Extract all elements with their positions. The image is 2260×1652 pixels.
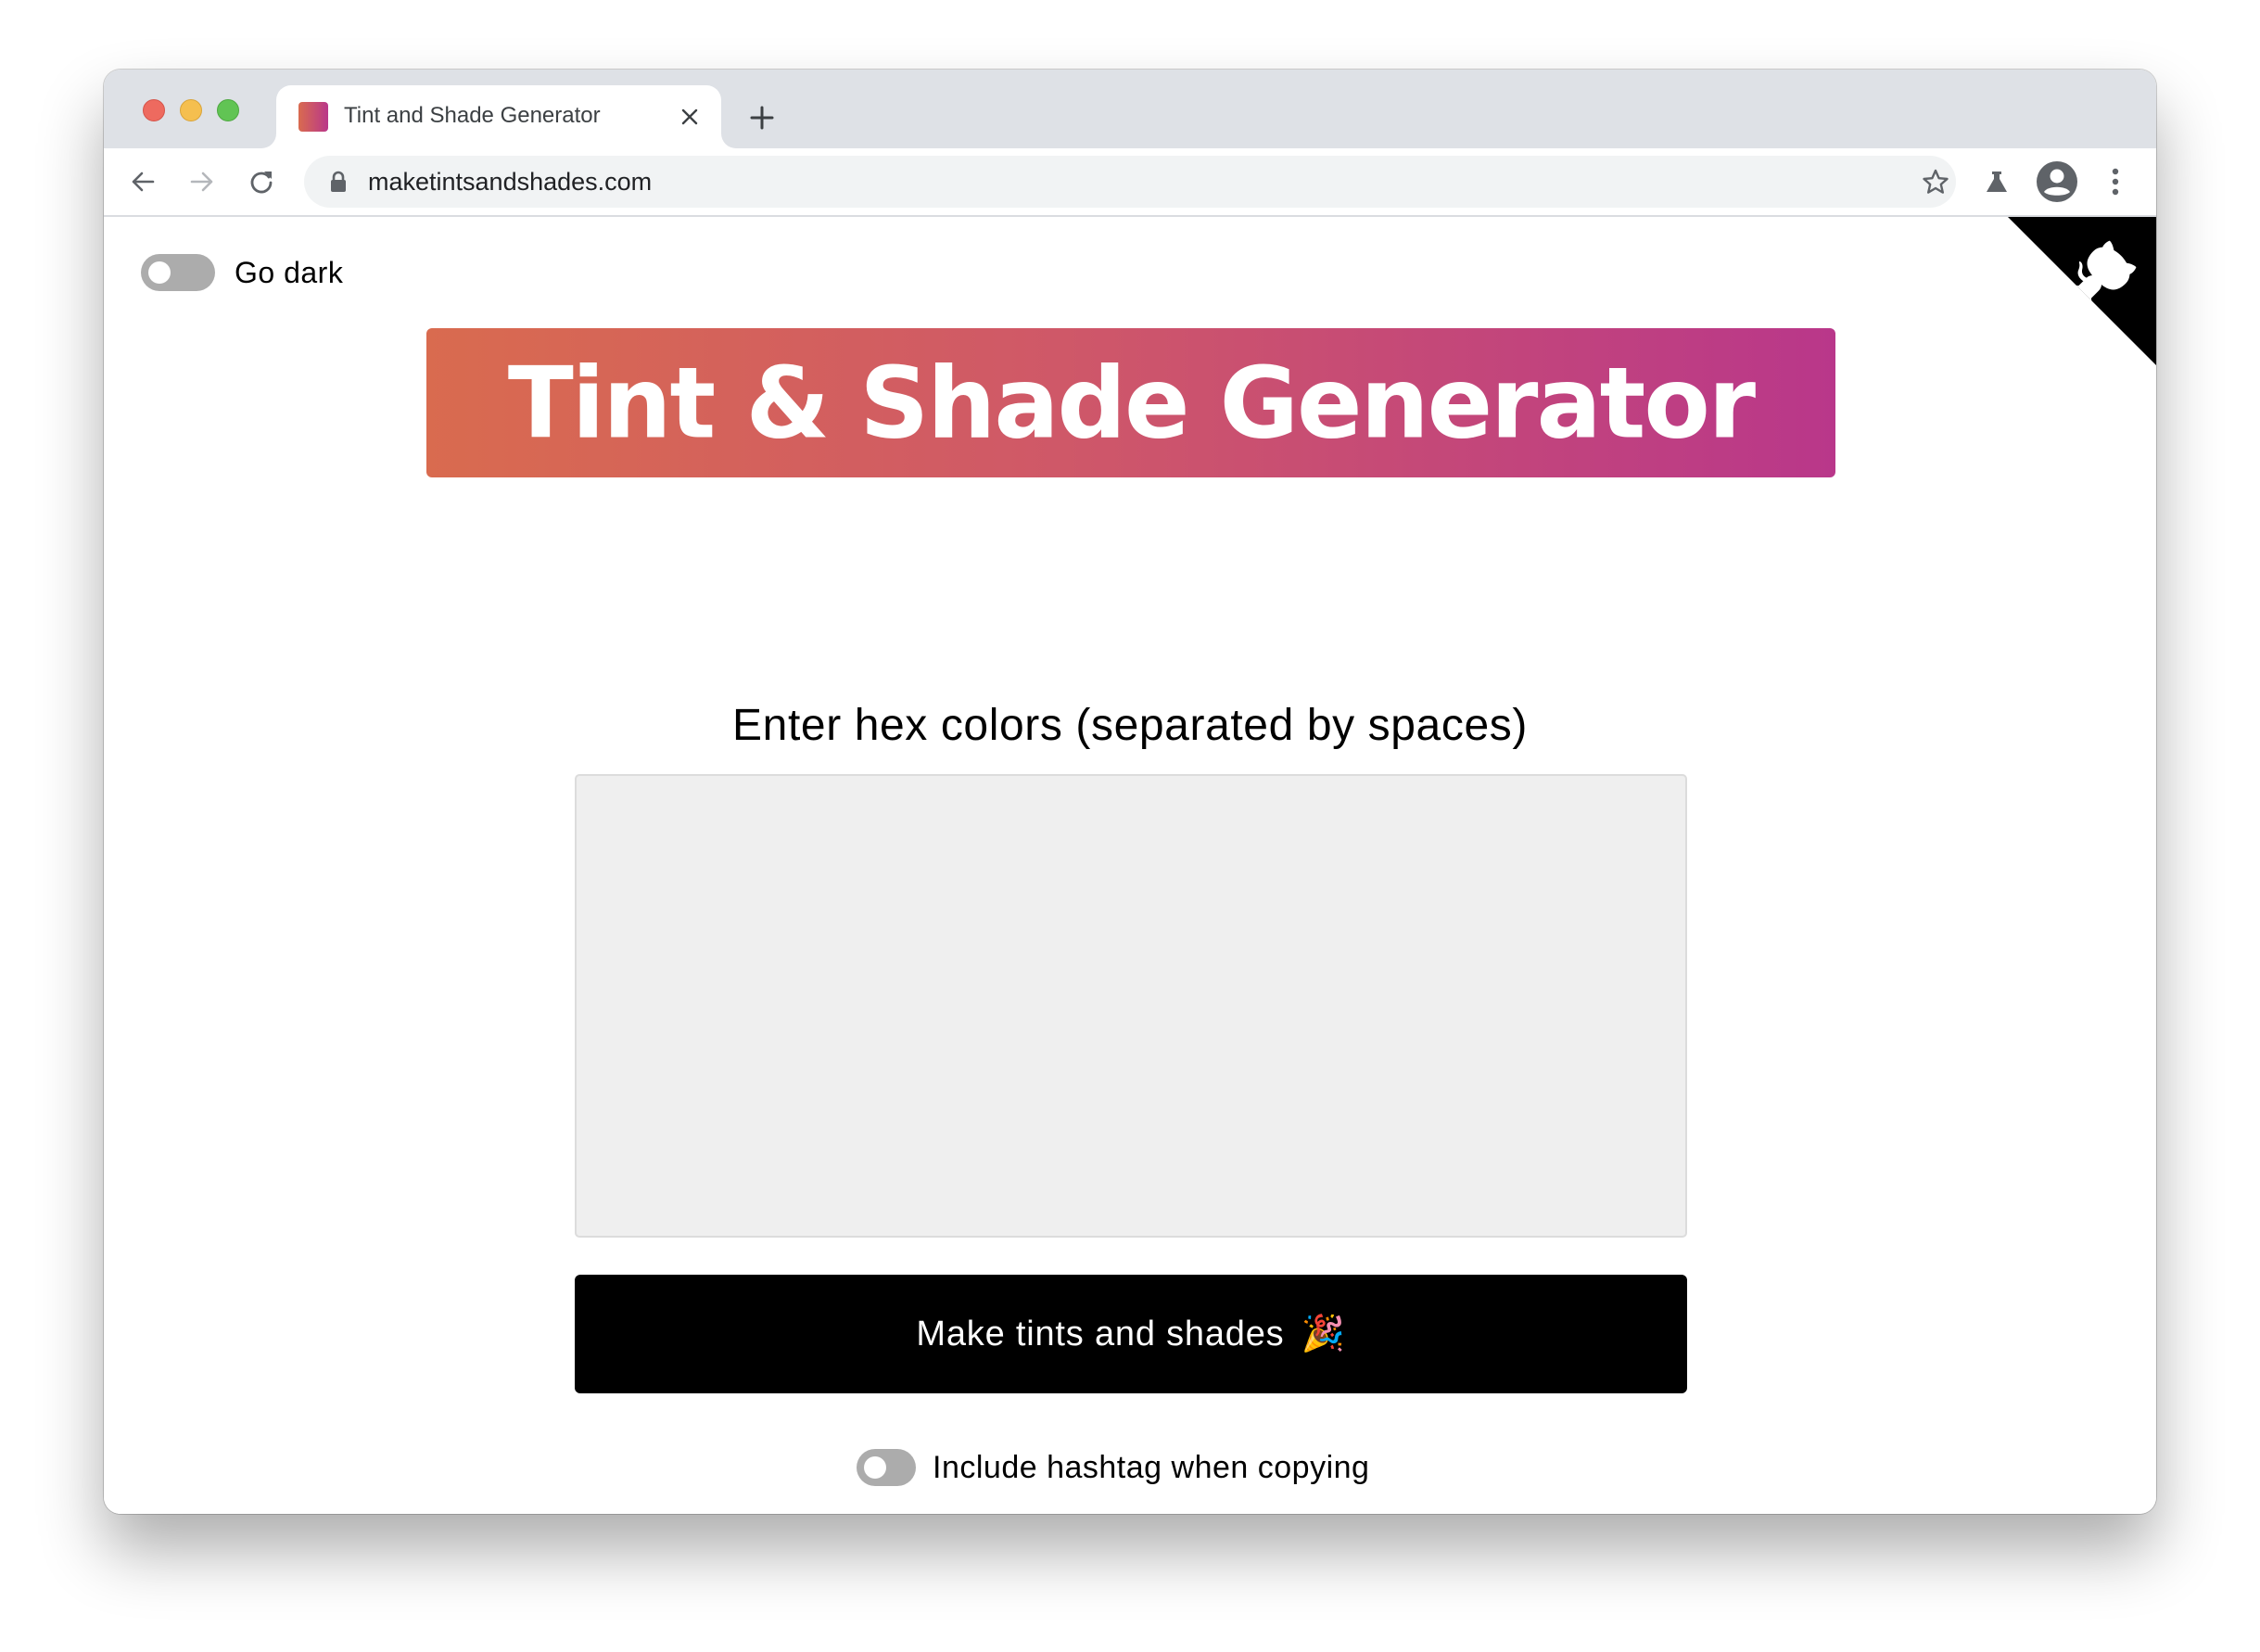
account-circle-icon <box>2037 161 2077 202</box>
arrow-right-icon <box>190 172 213 192</box>
close-icon <box>681 108 698 125</box>
tab-close-button[interactable] <box>677 104 703 130</box>
hex-input-label: Enter hex colors (separated by spaces) <box>732 701 1528 750</box>
github-corner-link[interactable] <box>2008 217 2156 365</box>
url-text[interactable]: maketintsandshades.com <box>368 168 652 197</box>
make-tints-and-shades-button[interactable]: Make tints and shades 🎉 <box>575 1275 1687 1393</box>
arrow-left-icon <box>132 172 155 192</box>
more-vertical-icon <box>2112 168 2119 196</box>
lock-icon <box>331 171 346 192</box>
tab-title: Tint and Shade Generator <box>344 103 601 128</box>
browser-window: Tint and Shade Generator maketintsandsha… <box>104 70 2156 1514</box>
page-content: Go dark Tint & Shade Generator Enter hex… <box>104 217 2156 1514</box>
title-banner: Tint & Shade Generator <box>426 328 1835 477</box>
hex-colors-input[interactable] <box>575 774 1687 1238</box>
party-popper-icon: 🎉 <box>1301 1315 1346 1353</box>
browser-tab-active[interactable]: Tint and Shade Generator <box>276 85 721 148</box>
minimize-window-button[interactable] <box>180 99 202 121</box>
include-hashtag-toggle[interactable] <box>857 1449 916 1486</box>
plus-icon <box>750 106 774 130</box>
browser-toolbar: maketintsandshades.com <box>104 148 2156 217</box>
maximize-window-button[interactable] <box>217 99 239 121</box>
toggle-knob <box>864 1456 886 1479</box>
browser-menu-button[interactable] <box>2099 165 2132 198</box>
profile-button[interactable] <box>2036 160 2078 203</box>
reload-icon <box>250 172 273 194</box>
forward-button[interactable] <box>185 165 219 198</box>
new-tab-button[interactable] <box>745 101 779 134</box>
star-icon <box>1923 169 1949 194</box>
back-button[interactable] <box>126 165 159 198</box>
close-window-button[interactable] <box>143 99 165 121</box>
include-hashtag-label: Include hashtag when copying <box>933 1450 1370 1485</box>
make-button-label: Make tints and shades <box>916 1314 1285 1353</box>
flask-icon <box>1987 172 2007 192</box>
tab-strip: Tint and Shade Generator <box>104 70 2156 148</box>
bookmark-button[interactable] <box>1921 167 1950 197</box>
reload-button[interactable] <box>245 165 278 198</box>
favicon-icon <box>298 102 328 132</box>
toggle-knob <box>148 261 171 284</box>
labs-button[interactable] <box>1980 165 2013 198</box>
go-dark-label: Go dark <box>235 256 344 289</box>
go-dark-toggle[interactable] <box>141 254 215 291</box>
page-title: Tint & Shade Generator <box>507 345 1756 461</box>
address-bar[interactable]: maketintsandshades.com <box>304 156 1956 208</box>
